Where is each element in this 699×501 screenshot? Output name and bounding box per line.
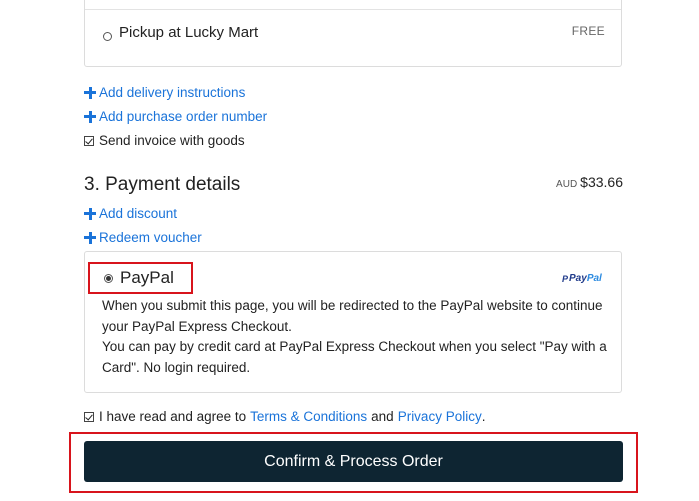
confirm-process-order-button[interactable]: Confirm & Process Order	[84, 441, 623, 482]
add-delivery-instructions-link[interactable]: Add delivery instructions	[84, 85, 245, 100]
total-amount: $33.66	[580, 174, 623, 190]
paypal-description: When you submit this page, you will be r…	[102, 296, 607, 378]
paypal-mark-icon: P	[562, 273, 569, 284]
divider	[85, 9, 621, 10]
plus-icon	[84, 207, 96, 220]
send-invoice-label: Send invoice with goods	[99, 133, 245, 148]
shipping-option-box[interactable]: Pickup at Lucky Mart FREE	[84, 0, 622, 67]
paypal-option[interactable]: PayPal	[88, 262, 193, 294]
currency-code: AUD	[556, 179, 578, 190]
checkout-page: Pickup at Lucky Mart FREE Add delivery i…	[0, 0, 699, 501]
paypal-description-line1: When you submit this page, you will be r…	[102, 298, 603, 334]
payment-section-title: 3. Payment details	[84, 174, 241, 195]
plus-icon	[84, 231, 96, 244]
add-discount-label: Add discount	[99, 206, 178, 221]
paypal-radio[interactable]	[104, 273, 113, 283]
send-invoice-row: Send invoice with goods	[84, 133, 245, 148]
add-purchase-order-link[interactable]: Add purchase order number	[84, 109, 267, 124]
redeem-voucher-label: Redeem voucher	[99, 230, 202, 245]
paypal-option-label: PayPal	[120, 268, 174, 287]
agreement-middle: and	[371, 409, 394, 424]
agreement-prefix: I have read and agree to	[99, 409, 247, 424]
add-delivery-instructions-label: Add delivery instructions	[99, 85, 246, 100]
pickup-option-label: Pickup at Lucky Mart	[119, 24, 259, 41]
paypal-logo-pay: Pay	[569, 273, 587, 284]
pickup-option-price: FREE	[571, 24, 605, 38]
plus-icon	[84, 86, 96, 99]
order-total: AUD $33.66	[556, 174, 623, 190]
add-discount-link[interactable]: Add discount	[84, 206, 177, 221]
paypal-description-line2: You can pay by credit card at PayPal Exp…	[102, 339, 607, 375]
terms-conditions-link[interactable]: Terms & Conditions	[250, 409, 367, 424]
add-purchase-order-label: Add purchase order number	[99, 109, 268, 124]
pickup-radio[interactable]	[103, 32, 112, 41]
terms-agreement-row: I have read and agree to Terms & Conditi…	[84, 409, 485, 424]
terms-agreement-checkbox[interactable]	[84, 411, 94, 422]
paypal-logo-pal: Pal	[586, 273, 602, 284]
plus-icon	[84, 110, 96, 123]
redeem-voucher-link[interactable]: Redeem voucher	[84, 230, 202, 245]
agreement-suffix: .	[481, 409, 486, 424]
privacy-policy-link[interactable]: Privacy Policy	[398, 409, 482, 424]
paypal-logo: P Pay Pal	[562, 273, 602, 284]
send-invoice-checkbox[interactable]	[84, 135, 94, 146]
